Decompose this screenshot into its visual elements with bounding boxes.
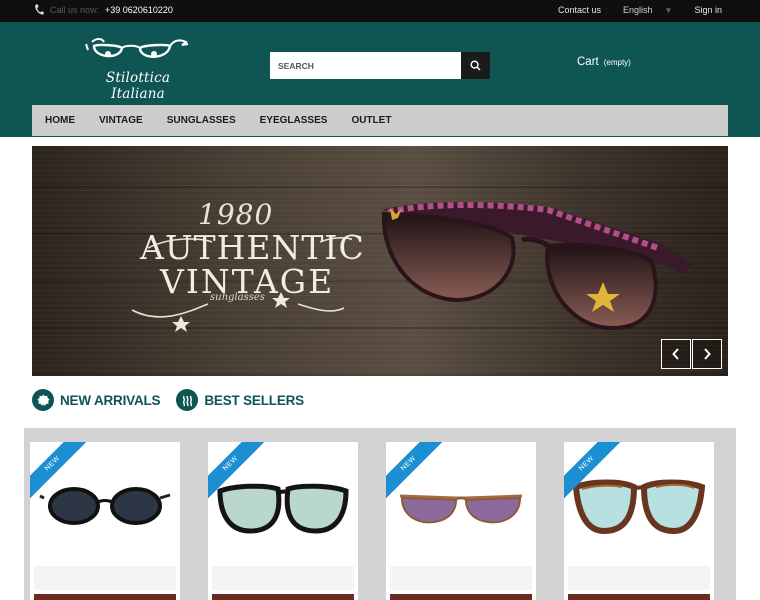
banner-sunglasses-image: [381, 202, 692, 331]
sunglasses-image-tortoise: [572, 479, 706, 534]
phone-info: Call us now: +39 0620610220: [34, 4, 173, 16]
main-nav: HOME VINTAGE SUNGLASSES EYEGLASSES OUTLE…: [32, 105, 728, 136]
chevron-down-icon: ▼: [664, 5, 673, 15]
product-card-footer: [568, 594, 710, 600]
slider-next-button[interactable]: [692, 339, 722, 369]
language-selector[interactable]: English ▼: [623, 5, 672, 15]
product-card[interactable]: NEW: [30, 442, 180, 600]
cart-link[interactable]: Cart (empty): [577, 56, 631, 68]
product-card-divider: [212, 566, 354, 590]
top-bar: Call us now: +39 0620610220 Contact us E…: [0, 0, 760, 22]
phone-number[interactable]: +39 0620610220: [105, 5, 173, 15]
logo[interactable]: Stilottica Italiana: [82, 36, 194, 102]
search-input[interactable]: [270, 52, 461, 79]
product-tabs: NEW ARRIVALS BEST SELLERS: [32, 389, 320, 411]
sunglasses-image-round-black: [39, 486, 171, 525]
product-grid: NEW NEW NEW NEW: [24, 428, 736, 600]
product-card-divider: [34, 566, 176, 590]
sunglasses-image-purple-lens: [399, 494, 523, 523]
heat-waves-icon: [182, 395, 192, 406]
search-button[interactable]: [461, 52, 490, 79]
cart-label: Cart: [577, 56, 599, 68]
sign-in-link[interactable]: Sign in: [694, 5, 722, 15]
product-card-footer: [390, 594, 532, 600]
hero-slider[interactable]: 1980 AUTHENTIC VINTAGE sunglasses: [32, 146, 728, 376]
banner-subline: sunglasses: [210, 292, 265, 303]
cart-status: (empty): [603, 58, 631, 67]
product-card[interactable]: NEW: [386, 442, 536, 600]
tab-best-sellers-label: BEST SELLERS: [204, 392, 304, 408]
search-bar: [270, 52, 490, 79]
product-card-divider: [568, 566, 710, 590]
logo-text: Stilottica Italiana: [105, 70, 171, 102]
tab-new-arrivals-label: NEW ARRIVALS: [60, 392, 161, 408]
top-links: Contact us English ▼ Sign in: [558, 5, 722, 15]
slider-controls: [661, 339, 722, 369]
nav-item-outlet[interactable]: OUTLET: [339, 105, 403, 136]
best-sellers-icon-wrap: [176, 389, 199, 411]
product-card[interactable]: NEW: [564, 442, 714, 600]
tab-best-sellers[interactable]: BEST SELLERS: [176, 389, 304, 411]
chevron-right-icon: [704, 348, 711, 360]
banner-year: 1980: [198, 198, 274, 231]
call-us-label: Call us now:: [50, 5, 100, 15]
language-label: English: [623, 5, 653, 15]
nav-item-sunglasses[interactable]: SUNGLASSES: [155, 105, 248, 136]
nav-item-eyeglasses[interactable]: EYEGLASSES: [248, 105, 340, 136]
nav-item-home[interactable]: HOME: [32, 105, 87, 136]
tab-new-arrivals[interactable]: NEW ARRIVALS: [32, 389, 161, 411]
badge-icon: [37, 394, 49, 406]
new-arrivals-icon-wrap: [32, 389, 54, 411]
sunglasses-image-black-frame: [217, 483, 349, 534]
glasses-logo-icon: [85, 38, 189, 58]
product-card[interactable]: NEW: [208, 442, 358, 600]
product-card-footer: [212, 594, 354, 600]
slider-prev-button[interactable]: [661, 339, 691, 369]
chevron-left-icon: [672, 348, 679, 360]
nav-item-vintage[interactable]: VINTAGE: [87, 105, 155, 136]
contact-us-link[interactable]: Contact us: [558, 5, 601, 15]
search-icon: [470, 60, 481, 71]
product-card-footer: [34, 594, 176, 600]
product-card-divider: [390, 566, 532, 590]
phone-icon: [35, 4, 44, 15]
